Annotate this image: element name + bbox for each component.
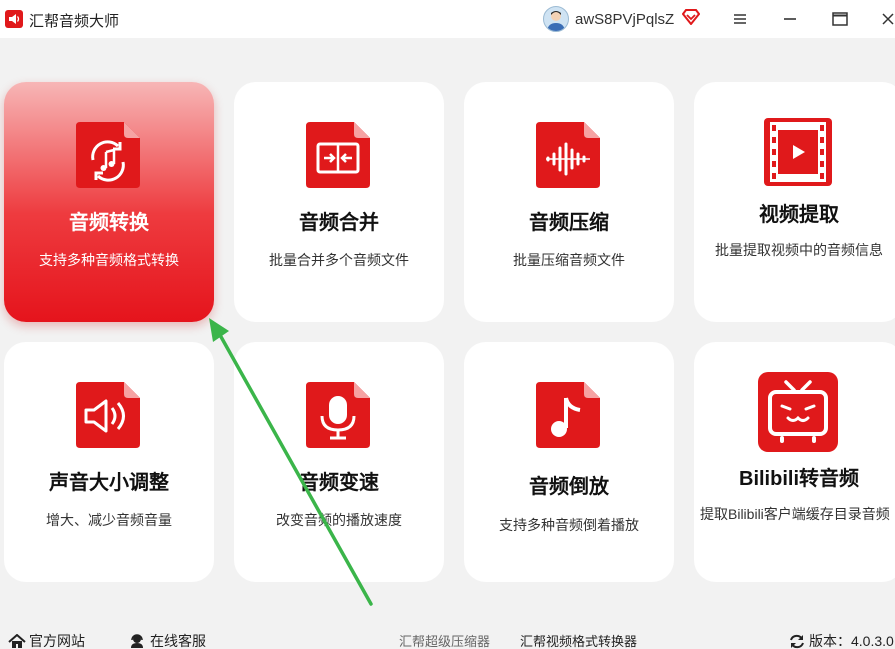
online-support-link[interactable]: 在线客服	[129, 631, 206, 649]
card-volume-adjust[interactable]: 声音大小调整 增大、减少音频音量	[4, 342, 214, 582]
vip-diamond-icon[interactable]	[681, 8, 701, 30]
card-title: 音频转换	[69, 212, 149, 234]
card-desc: 批量提取视频中的音频信息	[715, 242, 883, 258]
card-title: 视频提取	[759, 204, 839, 226]
card-desc: 批量压缩音频文件	[513, 252, 625, 268]
card-audio-convert[interactable]: 音频转换 支持多种音频格式转换	[4, 82, 214, 322]
user-area[interactable]: awS8PVjPqlsZ	[543, 6, 701, 32]
card-desc: 提取Bilibili客户端缓存目录音频	[700, 506, 890, 522]
app-title: 汇帮音频大师	[29, 13, 120, 30]
card-desc: 支持多种音频格式转换	[39, 252, 179, 268]
home-icon	[8, 633, 26, 648]
avatar[interactable]	[543, 6, 569, 32]
footer-bar: 官方网站 在线客服 汇帮超级压缩器 汇帮视频格式转换器 版本：4.0.3.0	[0, 625, 895, 649]
microphone-icon	[306, 382, 370, 448]
official-website-label: 官方网站	[29, 633, 85, 649]
super-compressor-link[interactable]: 汇帮超级压缩器	[399, 631, 490, 649]
music-note-icon	[536, 382, 600, 448]
version-info[interactable]: 版本：4.0.3.0	[789, 631, 894, 649]
official-website-link[interactable]: 官方网站	[8, 631, 85, 649]
audio-merge-icon	[306, 122, 370, 188]
audio-convert-icon	[76, 122, 140, 188]
card-title: 音频压缩	[529, 212, 609, 234]
card-audio-speed[interactable]: 音频变速 改变音频的播放速度	[234, 342, 444, 582]
audio-compress-icon	[536, 122, 600, 188]
volume-icon	[76, 382, 140, 448]
menu-icon[interactable]	[730, 9, 750, 29]
card-desc: 批量合并多个音频文件	[269, 252, 409, 268]
headset-icon	[131, 633, 143, 648]
title-bar: 汇帮音频大师 awS8PVjPqlsZ	[0, 0, 895, 38]
card-title: 声音大小调整	[49, 472, 169, 494]
username[interactable]: awS8PVjPqlsZ	[575, 11, 674, 28]
card-audio-compress[interactable]: 音频压缩 批量压缩音频文件	[464, 82, 674, 322]
card-desc: 改变音频的播放速度	[276, 512, 402, 528]
app-logo-icon	[5, 10, 23, 28]
card-title: 音频倒放	[529, 476, 609, 498]
card-audio-merge[interactable]: 音频合并 批量合并多个音频文件	[234, 82, 444, 322]
card-title: Bilibili转音频	[739, 468, 859, 490]
card-title: 音频合并	[299, 212, 379, 234]
card-video-extract[interactable]: 视频提取 批量提取视频中的音频信息	[694, 82, 895, 322]
card-title: 音频变速	[299, 472, 379, 494]
card-bilibili-audio[interactable]: Bilibili转音频 提取Bilibili客户端缓存目录音频	[694, 342, 895, 582]
maximize-icon[interactable]	[830, 9, 850, 29]
video-converter-link[interactable]: 汇帮视频格式转换器	[520, 631, 637, 649]
refresh-icon	[790, 634, 804, 648]
bilibili-tv-icon	[758, 372, 838, 452]
card-desc: 增大、减少音频音量	[46, 512, 172, 528]
online-support-label: 在线客服	[150, 633, 206, 649]
close-icon[interactable]	[878, 9, 895, 29]
card-audio-reverse[interactable]: 音频倒放 支持多种音频倒着播放	[464, 342, 674, 582]
version-label: 版本：4.0.3.0	[809, 633, 894, 649]
card-desc: 支持多种音频倒着播放	[499, 517, 639, 533]
video-extract-icon	[764, 118, 832, 186]
minimize-icon[interactable]	[780, 9, 800, 29]
